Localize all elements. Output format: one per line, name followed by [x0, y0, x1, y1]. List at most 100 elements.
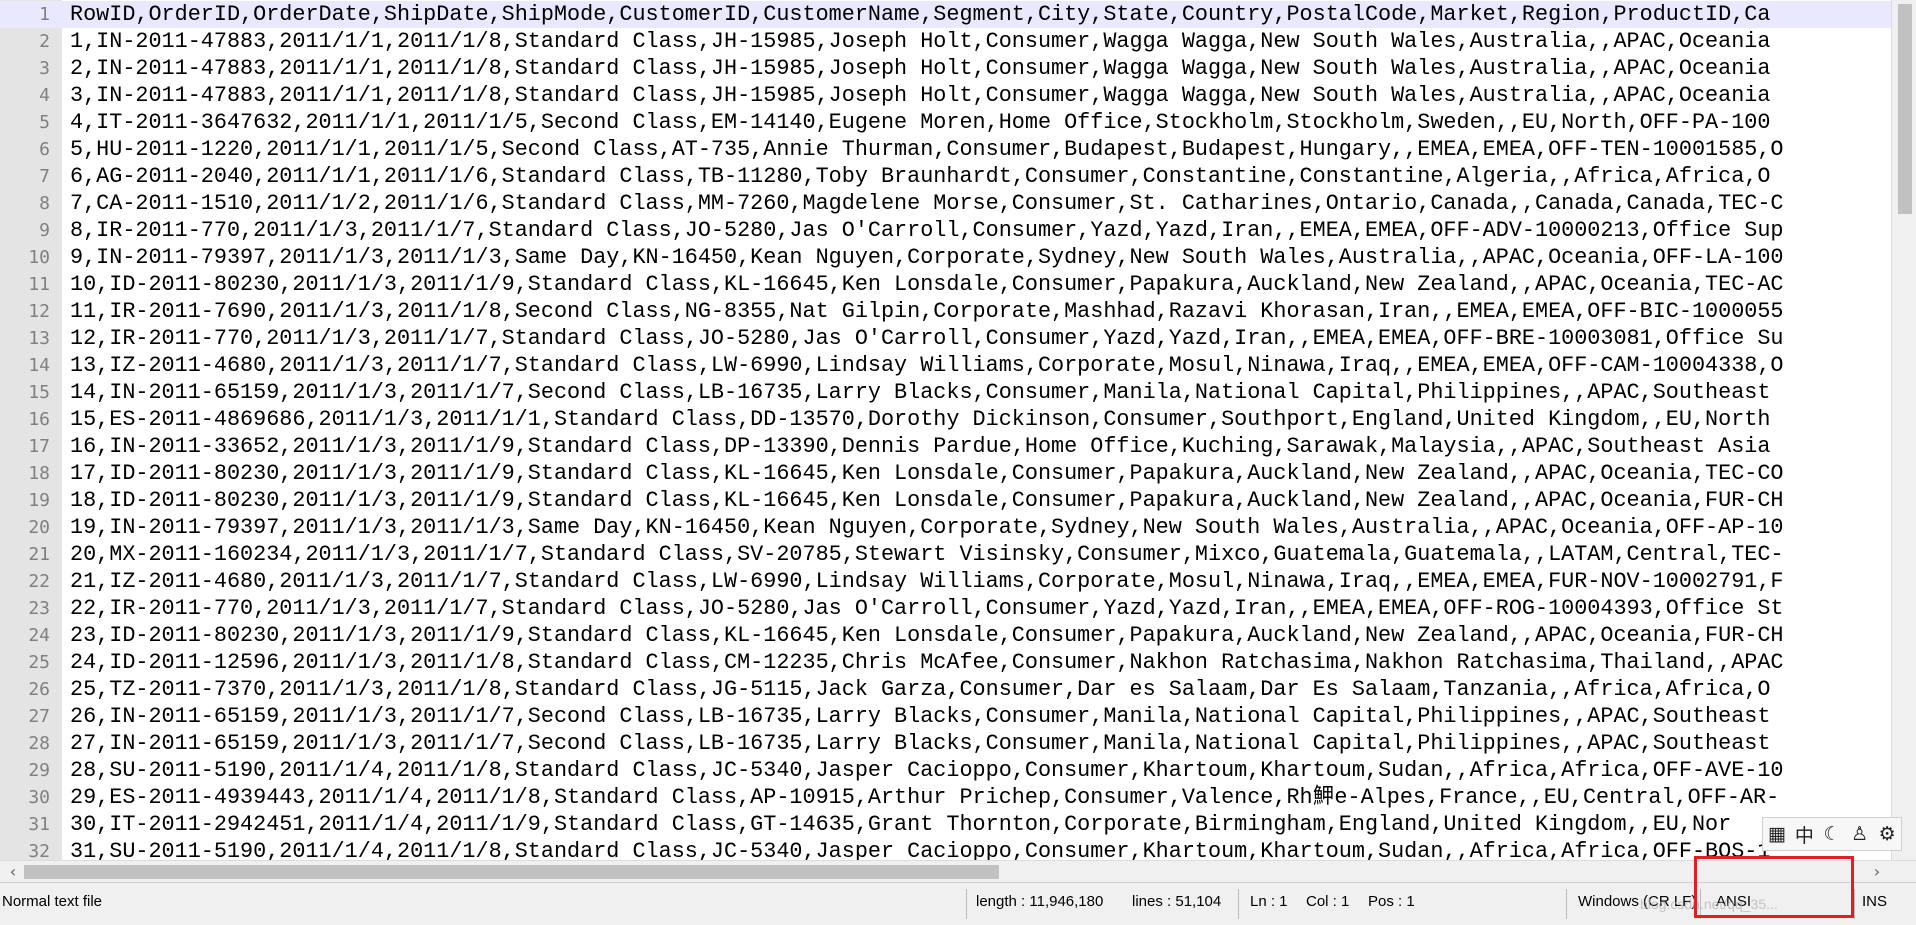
line-text[interactable]: 8,IR-2011-770,2011/1/3,2011/1/7,Standard… — [70, 217, 1784, 244]
text-line[interactable]: 10 9,IN-2011-79397,2011/1/3,2011/1/3,Same… — [0, 244, 1916, 271]
line-text[interactable]: 1,IN-2011-47883,2011/1/1,2011/1/8,Standa… — [70, 28, 1770, 55]
line-text[interactable]: 22,IR-2011-770,2011/1/3,2011/1/7,Standar… — [70, 595, 1784, 622]
text-line[interactable]: 9 8,IR-2011-770,2011/1/3,2011/1/7,Standar… — [0, 217, 1916, 244]
line-number: 26 — [28, 679, 50, 700]
text-line[interactable]: 7 6,AG-2011-2040,2011/1/1,2011/1/6,Standa… — [0, 163, 1916, 190]
line-number: 12 — [28, 301, 50, 322]
text-line[interactable]: 5 4,IT-2011-3647632,2011/1/1,2011/1/5,Sec… — [0, 109, 1916, 136]
line-text[interactable]: 23,ID-2011-80230,2011/1/3,2011/1/9,Stand… — [70, 622, 1784, 649]
line-number: 6 — [39, 139, 50, 160]
text-line[interactable]: 23 22,IR-2011-770,2011/1/3,2011/1/7,Stand… — [0, 595, 1916, 622]
text-line[interactable]: 14 13,IZ-2011-4680,2011/1/3,2011/1/7,Stan… — [0, 352, 1916, 379]
text-line[interactable]: 15 14,IN-2011-65159,2011/1/3,2011/1/7,Sec… — [0, 379, 1916, 406]
line-text[interactable]: 11,IR-2011-7690,2011/1/3,2011/1/8,Second… — [70, 298, 1784, 325]
line-number: 2 — [39, 31, 50, 52]
text-line[interactable]: 26 25,TZ-2011-7370,2011/1/3,2011/1/8,Stan… — [0, 676, 1916, 703]
text-line[interactable]: 2 1,IN-2011-47883,2011/1/1,2011/1/8,Stand… — [0, 28, 1916, 55]
line-text[interactable]: 20,MX-2011-160234,2011/1/3,2011/1/7,Stan… — [70, 541, 1784, 568]
line-number: 23 — [28, 598, 50, 619]
line-text[interactable]: 14,IN-2011-65159,2011/1/3,2011/1/7,Secon… — [70, 379, 1770, 406]
line-number: 31 — [28, 814, 50, 835]
line-text[interactable]: 31,SU-2011-5190,2011/1/4,2011/1/8,Standa… — [70, 838, 1770, 860]
line-number: 19 — [28, 490, 50, 511]
text-line[interactable]: 22 21,IZ-2011-4680,2011/1/3,2011/1/7,Stan… — [0, 568, 1916, 595]
line-number: 20 — [28, 517, 50, 538]
text-line[interactable]: 3 2,IN-2011-47883,2011/1/1,2011/1/8,Stand… — [0, 55, 1916, 82]
scroll-left-icon[interactable]: ‹ — [2, 861, 24, 883]
vertical-scrollbar[interactable] — [1891, 0, 1916, 860]
line-text[interactable]: 3,IN-2011-47883,2011/1/1,2011/1/8,Standa… — [70, 82, 1770, 109]
text-line[interactable]: 11 10,ID-2011-80230,2011/1/3,2011/1/9,Sta… — [0, 271, 1916, 298]
line-number: 7 — [39, 166, 50, 187]
text-editor[interactable]: 1 RowID,OrderID,OrderDate,ShipDate,ShipMo… — [0, 0, 1916, 860]
line-text[interactable]: 27,IN-2011-65159,2011/1/3,2011/1/7,Secon… — [70, 730, 1770, 757]
line-text[interactable]: 24,ID-2011-12596,2011/1/3,2011/1/8,Stand… — [70, 649, 1784, 676]
text-line[interactable]: 21 20,MX-2011-160234,2011/1/3,2011/1/7,St… — [0, 541, 1916, 568]
gear-icon[interactable]: ⚙ — [1876, 823, 1898, 845]
line-number: 18 — [28, 463, 50, 484]
line-text[interactable]: 21,IZ-2011-4680,2011/1/3,2011/1/7,Standa… — [70, 568, 1784, 595]
text-line[interactable]: 30 29,ES-2011-4939443,2011/1/4,2011/1/8,S… — [0, 784, 1916, 811]
text-line[interactable]: 20 19,IN-2011-79397,2011/1/3,2011/1/3,Sam… — [0, 514, 1916, 541]
horizontal-scroll-thumb[interactable] — [24, 865, 999, 879]
line-text[interactable]: 26,IN-2011-65159,2011/1/3,2011/1/7,Secon… — [70, 703, 1770, 730]
line-number: 21 — [28, 544, 50, 565]
text-line[interactable]: 16 15,ES-2011-4869686,2011/1/3,2011/1/1,S… — [0, 406, 1916, 433]
user-icon[interactable]: ♙ — [1849, 823, 1871, 845]
scroll-right-icon[interactable]: › — [1866, 861, 1888, 883]
text-line[interactable]: 25 24,ID-2011-12596,2011/1/3,2011/1/8,Sta… — [0, 649, 1916, 676]
status-insert-mode[interactable]: INS — [1862, 883, 1887, 925]
horizontal-scrollbar[interactable]: ‹ › — [0, 860, 1916, 883]
line-text[interactable]: 16,IN-2011-33652,2011/1/3,2011/1/9,Stand… — [70, 433, 1770, 460]
line-text[interactable]: 10,ID-2011-80230,2011/1/3,2011/1/9,Stand… — [70, 271, 1784, 298]
line-text[interactable]: 7,CA-2011-1510,2011/1/2,2011/1/6,Standar… — [70, 190, 1784, 217]
line-text[interactable]: 29,ES-2011-4939443,2011/1/4,2011/1/8,Sta… — [70, 784, 1779, 811]
line-text[interactable]: 2,IN-2011-47883,2011/1/1,2011/1/8,Standa… — [70, 55, 1770, 82]
line-text[interactable]: 28,SU-2011-5190,2011/1/4,2011/1/8,Standa… — [70, 757, 1784, 784]
text-line[interactable]: 29 28,SU-2011-5190,2011/1/4,2011/1/8,Stan… — [0, 757, 1916, 784]
line-text[interactable]: 13,IZ-2011-4680,2011/1/3,2011/1/7,Standa… — [70, 352, 1784, 379]
status-length: length : 11,946,180 — [976, 893, 1104, 910]
text-line[interactable]: 18 17,ID-2011-80230,2011/1/3,2011/1/9,Sta… — [0, 460, 1916, 487]
text-line[interactable]: 8 7,CA-2011-1510,2011/1/2,2011/1/6,Standa… — [0, 190, 1916, 217]
line-text[interactable]: 19,IN-2011-79397,2011/1/3,2011/1/3,Same … — [70, 514, 1784, 541]
status-separator — [966, 889, 967, 919]
line-number: 17 — [28, 436, 50, 457]
line-text[interactable]: RowID,OrderID,OrderDate,ShipDate,ShipMod… — [70, 1, 1770, 28]
ime-toolbar[interactable]: ▦ 中 ☾ ♙ ⚙ — [1762, 817, 1902, 851]
line-text[interactable]: 17,ID-2011-80230,2011/1/3,2011/1/9,Stand… — [70, 460, 1784, 487]
text-line[interactable]: 1 RowID,OrderID,OrderDate,ShipDate,ShipMo… — [0, 1, 1916, 28]
text-line[interactable]: 19 18,ID-2011-80230,2011/1/3,2011/1/9,Sta… — [0, 487, 1916, 514]
line-text[interactable]: 9,IN-2011-79397,2011/1/3,2011/1/3,Same D… — [70, 244, 1784, 271]
moon-icon[interactable]: ☾ — [1821, 823, 1843, 845]
text-line[interactable]: 31 30,IT-2011-2942451,2011/1/4,2011/1/9,S… — [0, 811, 1916, 838]
line-text[interactable]: 5,HU-2011-1220,2011/1/1,2011/1/5,Second … — [70, 136, 1784, 163]
line-number: 16 — [28, 409, 50, 430]
line-number: 11 — [28, 274, 50, 295]
text-line[interactable]: 28 27,IN-2011-65159,2011/1/3,2011/1/7,Sec… — [0, 730, 1916, 757]
line-number: 13 — [28, 328, 50, 349]
line-text[interactable]: 30,IT-2011-2942451,2011/1/4,2011/1/9,Sta… — [70, 811, 1731, 838]
text-line[interactable]: 13 12,IR-2011-770,2011/1/3,2011/1/7,Stand… — [0, 325, 1916, 352]
status-bar: Normal text file length : 11,946,180 lin… — [0, 882, 1916, 925]
line-number: 27 — [28, 706, 50, 727]
text-line[interactable]: 6 5,HU-2011-1220,2011/1/1,2011/1/5,Second… — [0, 136, 1916, 163]
text-line[interactable]: 32 31,SU-2011-5190,2011/1/4,2011/1/8,Stan… — [0, 838, 1916, 860]
line-text[interactable]: 4,IT-2011-3647632,2011/1/1,2011/1/5,Seco… — [70, 109, 1770, 136]
text-line[interactable]: 12 11,IR-2011-7690,2011/1/3,2011/1/8,Seco… — [0, 298, 1916, 325]
text-line[interactable]: 27 26,IN-2011-65159,2011/1/3,2011/1/7,Sec… — [0, 703, 1916, 730]
status-separator — [1238, 889, 1239, 919]
line-text[interactable]: 18,ID-2011-80230,2011/1/3,2011/1/9,Stand… — [70, 487, 1784, 514]
text-line[interactable]: 24 23,ID-2011-80230,2011/1/3,2011/1/9,Sta… — [0, 622, 1916, 649]
line-text[interactable]: 6,AG-2011-2040,2011/1/1,2011/1/6,Standar… — [70, 163, 1770, 190]
chinese-input-icon[interactable]: 中 — [1793, 821, 1815, 848]
grid-icon[interactable]: ▦ — [1766, 823, 1788, 845]
line-number: 8 — [39, 193, 50, 214]
text-line[interactable]: 4 3,IN-2011-47883,2011/1/1,2011/1/8,Stand… — [0, 82, 1916, 109]
line-text[interactable]: 25,TZ-2011-7370,2011/1/3,2011/1/8,Standa… — [70, 676, 1770, 703]
line-text[interactable]: 12,IR-2011-770,2011/1/3,2011/1/7,Standar… — [70, 325, 1784, 352]
line-number: 5 — [39, 112, 50, 133]
text-line[interactable]: 17 16,IN-2011-33652,2011/1/3,2011/1/9,Sta… — [0, 433, 1916, 460]
vertical-scroll-thumb[interactable] — [1898, 4, 1912, 214]
line-text[interactable]: 15,ES-2011-4869686,2011/1/3,2011/1/1,Sta… — [70, 406, 1770, 433]
